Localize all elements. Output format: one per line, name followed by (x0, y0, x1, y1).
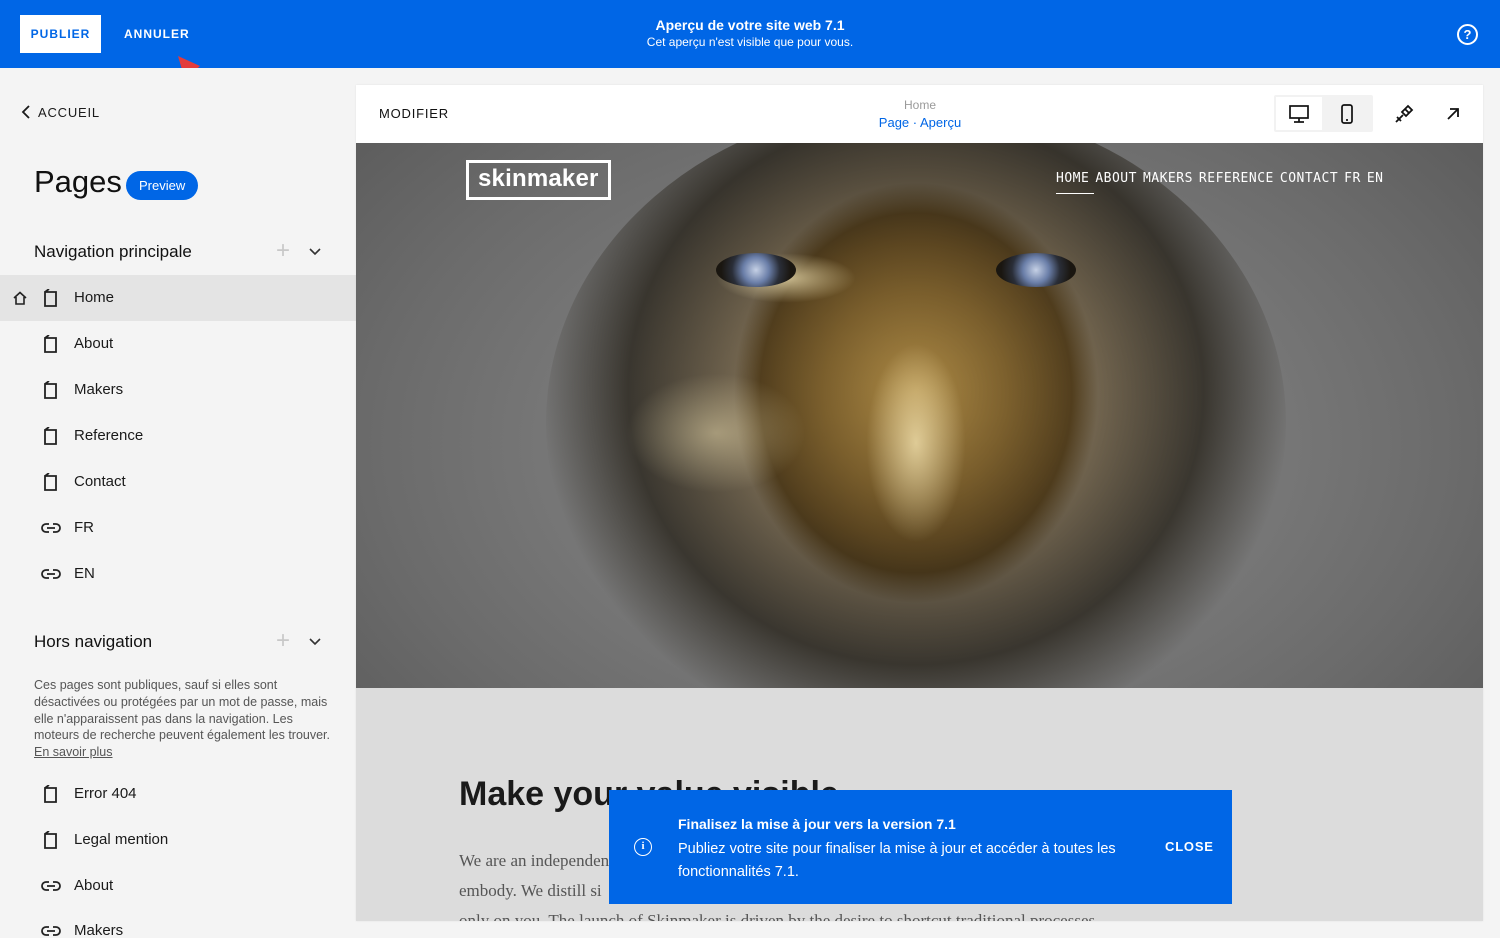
sidebar-item-label: Error 404 (74, 785, 137, 802)
sidebar-item-contact[interactable]: Contact (0, 459, 356, 505)
notification-body: Publiez votre site pour finaliser la mis… (678, 841, 1116, 880)
mobile-icon (1341, 103, 1353, 124)
description-text: Ces pages sont publiques, sauf si elles … (34, 678, 331, 743)
sidebar-item-label: Home (74, 289, 115, 306)
desktop-icon (1289, 104, 1309, 123)
page-icon (44, 289, 57, 307)
not-linked-header: Hors navigation + (34, 627, 334, 657)
pages-sidebar: ACCUEIL Pages Preview Navigation princip… (0, 68, 356, 938)
chevron-left-icon (21, 105, 30, 119)
nose-highlight (866, 343, 966, 543)
page-title: Pages (34, 164, 122, 199)
banner-title: Aperçu de votre site web 7.1 (655, 17, 845, 33)
site-logo[interactable]: skinmaker (466, 160, 611, 200)
page-name: Home (903, 98, 936, 112)
plus-icon[interactable]: + (272, 629, 294, 653)
page-icon (44, 335, 57, 353)
cancel-button[interactable]: ANNULER (118, 15, 196, 53)
arrow-up-right-icon (1447, 108, 1459, 120)
sidebar-item-reference[interactable]: Reference (0, 413, 356, 459)
site-navigation: HOME ABOUT MAKERS REFERENCE CONTACT FR E… (1056, 171, 1383, 186)
question-circle-icon[interactable]: ? (1457, 24, 1478, 45)
sidebar-item-error-404[interactable]: Error 404 (0, 771, 356, 817)
preview-banner: Aperçu de votre site web 7.1 Cet aperçu … (500, 16, 1000, 51)
banner-subtitle: Cet aperçu n'est visible que pour vous. (646, 35, 854, 49)
notification-title: Finalisez la mise à jour vers la version… (678, 816, 956, 832)
content-text: We are an independent (459, 851, 614, 870)
site-nav-fr[interactable]: FR (1344, 171, 1361, 186)
sidebar-item-about[interactable]: About (0, 321, 356, 367)
section-title: Hors navigation (34, 632, 153, 651)
sidebar-item-label: Contact (74, 473, 126, 490)
design-button[interactable] (1389, 99, 1419, 129)
main-navigation-header: Navigation principale + (34, 237, 334, 267)
right-eye (996, 253, 1076, 287)
desktop-view-button[interactable] (1276, 97, 1322, 130)
home-icon (13, 291, 27, 305)
site-nav-about[interactable]: ABOUT (1095, 171, 1137, 186)
back-link[interactable]: ACCUEIL (20, 104, 100, 120)
device-toggle (1274, 95, 1373, 132)
sidebar-item-label: About (74, 877, 114, 894)
content-text: only on you. The launch of Skinmaker is … (459, 911, 1096, 921)
site-nav-home[interactable]: HOME (1056, 171, 1089, 186)
site-nav-en[interactable]: EN (1367, 171, 1384, 186)
mobile-view-button[interactable] (1324, 97, 1370, 130)
page-icon (44, 381, 57, 399)
link-icon (41, 569, 61, 579)
page-icon (44, 785, 57, 803)
chevron-down-icon[interactable] (306, 633, 324, 651)
sidebar-item-en[interactable]: EN (0, 551, 356, 597)
not-linked-description: Ces pages sont publiques, sauf si elles … (34, 677, 334, 761)
sidebar-item-label: Makers (74, 381, 124, 398)
sidebar-item-label: FR (74, 519, 94, 536)
sidebar-item-fr[interactable]: FR (0, 505, 356, 551)
sidebar-item-label: Reference (74, 427, 144, 444)
sidebar-item-makers-link[interactable]: Makers (0, 908, 356, 938)
modify-button[interactable]: MODIFIER (379, 106, 449, 121)
back-label: ACCUEIL (38, 104, 100, 120)
sidebar-item-legal-mention[interactable]: Legal mention (0, 817, 356, 863)
active-nav-underline (1056, 193, 1094, 194)
preview-page-info: Home Page · Aperçu (820, 97, 1020, 131)
site-nav-makers[interactable]: MAKERS (1143, 171, 1193, 186)
link-icon (41, 523, 61, 533)
chevron-down-icon[interactable] (306, 243, 324, 261)
section-title: Navigation principale (34, 242, 192, 261)
publish-button[interactable]: PUBLIER (20, 15, 101, 53)
cheek-highlight (626, 373, 806, 493)
site-nav-reference[interactable]: REFERENCE (1199, 171, 1274, 186)
open-site-button[interactable] (1438, 99, 1468, 129)
plus-icon[interactable]: + (272, 239, 294, 263)
site-nav-contact[interactable]: CONTACT (1280, 171, 1338, 186)
sidebar-item-label: Makers (74, 922, 124, 938)
preview-toolbar: MODIFIER Home Page · Aperçu (356, 85, 1483, 143)
sidebar-item-label: Legal mention (74, 831, 169, 848)
page-icon (44, 831, 57, 849)
breadcrumb[interactable]: Page · Aperçu (820, 114, 1020, 131)
link-icon (41, 926, 61, 936)
close-button[interactable]: CLOSE (1165, 839, 1214, 854)
learn-more-link[interactable]: En savoir plus (34, 745, 113, 759)
left-eye (716, 253, 796, 287)
preview-badge: Preview (126, 171, 199, 200)
sidebar-item-label: EN (74, 565, 95, 582)
link-icon (41, 881, 61, 891)
page-icon (44, 427, 57, 445)
page-icon (44, 473, 57, 491)
hero-image: skinmaker HOME ABOUT MAKERS REFERENCE CO… (356, 143, 1483, 688)
update-notification: i Finalisez la mise à jour vers la versi… (609, 790, 1232, 904)
sidebar-item-home[interactable]: Home (0, 275, 356, 321)
sidebar-item-label: About (74, 335, 114, 352)
content-text: embody. We distill si (459, 881, 602, 900)
sidebar-item-about-link[interactable]: About (0, 863, 356, 909)
paintbrush-icon (1395, 104, 1414, 123)
sidebar-item-makers[interactable]: Makers (0, 367, 356, 413)
info-icon: i (634, 838, 652, 856)
